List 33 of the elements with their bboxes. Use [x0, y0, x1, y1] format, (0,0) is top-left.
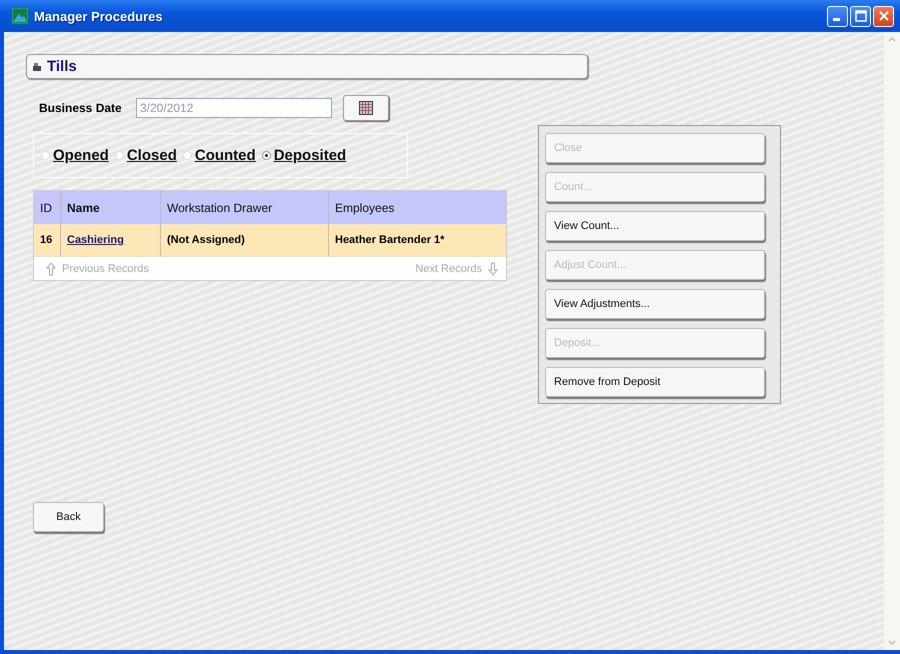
action-button[interactable]: Remove from Deposit	[545, 367, 765, 397]
business-date-label: Business Date	[38, 101, 123, 115]
action-button[interactable]: View Adjustments...	[545, 289, 765, 319]
back-button[interactable]: Back	[33, 502, 104, 532]
filter-radio[interactable]: Closed	[114, 147, 177, 164]
close-button[interactable]	[873, 6, 894, 26]
scroll-up-icon[interactable]	[888, 36, 896, 42]
window-title: Manager Procedures	[34, 8, 163, 24]
maximize-icon	[854, 10, 866, 22]
app-icon	[12, 8, 28, 24]
column-header: Employees	[334, 200, 396, 216]
till-link[interactable]: Cashiering	[67, 234, 124, 246]
filter-radio[interactable]: Deposited	[262, 147, 346, 164]
calendar-icon	[359, 101, 373, 115]
maximize-button[interactable]	[850, 6, 871, 26]
scrollbar[interactable]	[884, 32, 900, 650]
table-cell: (Not Assigned)	[161, 224, 329, 256]
minimize-icon	[832, 18, 840, 21]
table-cell: 16	[34, 224, 61, 256]
up-arrow-icon	[46, 262, 56, 276]
minimize-button[interactable]	[827, 6, 848, 26]
table-row[interactable]: 16 Cashiering (Not Assigned) Heather Bartender 1*	[34, 224, 506, 256]
radio-dot[interactable]	[262, 151, 271, 160]
register-icon	[33, 62, 41, 70]
filter-radio[interactable]: Opened	[41, 147, 109, 164]
down-arrow-icon	[488, 262, 498, 276]
calendar-button[interactable]	[343, 95, 389, 121]
section-title: Tills	[47, 58, 77, 75]
action-button[interactable]: View Count...	[545, 211, 765, 241]
table-cell-text: Heather Bartender 1*	[334, 233, 446, 248]
close-icon	[878, 10, 890, 22]
scroll-down-icon[interactable]	[888, 640, 896, 646]
filter-radio[interactable]: Counted	[182, 147, 256, 164]
